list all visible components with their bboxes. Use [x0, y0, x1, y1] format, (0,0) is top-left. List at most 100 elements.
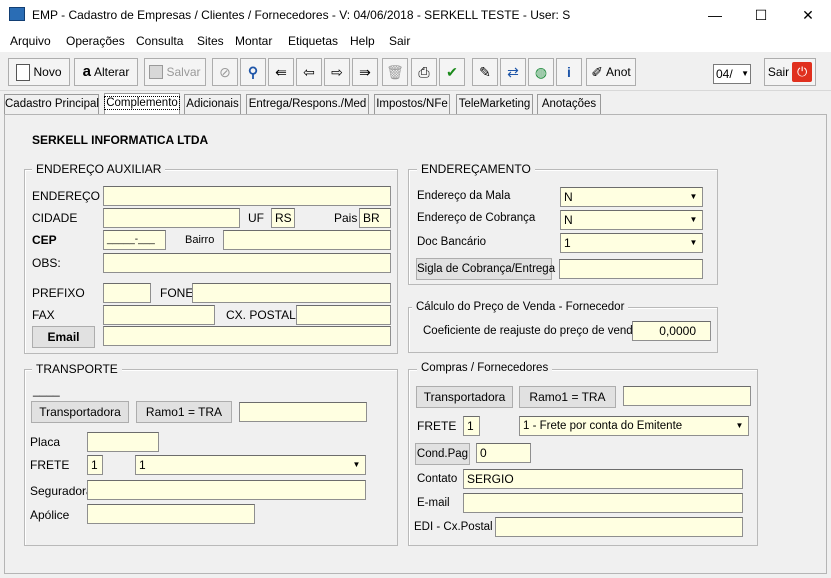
doc-label: Doc Bancário — [417, 236, 487, 248]
menu-consulta[interactable]: Consulta — [136, 34, 183, 48]
mala-label: Endereço da Mala — [417, 190, 511, 202]
delete-button[interactable]: 🗑 — [382, 58, 408, 86]
transfer-button[interactable]: ⇄ — [500, 58, 526, 86]
last-record-button[interactable]: ⇛ — [352, 58, 378, 86]
cidade-field[interactable] — [103, 208, 240, 228]
compras-ramo-button[interactable]: Ramo1 = TRA — [519, 386, 616, 408]
endereco-auxiliar-title: ENDEREÇO AUXILIAR — [32, 162, 166, 176]
obs-field[interactable] — [103, 253, 391, 273]
print-button[interactable]: ⎙ — [411, 58, 437, 86]
menu-arquivo[interactable]: Arquivo — [10, 34, 51, 48]
anot-label: Anot — [606, 65, 631, 79]
contato-field[interactable]: SERGIO — [463, 469, 743, 489]
seguradora-field[interactable] — [87, 480, 366, 500]
chevron-down-icon: ▼ — [685, 188, 702, 206]
email-button[interactable]: Email — [32, 326, 95, 348]
condpag-button[interactable]: Cond.Pag — [415, 443, 470, 465]
next-record-button[interactable]: ⇨ — [324, 58, 350, 86]
minimize-button[interactable]: — — [692, 0, 738, 31]
alterar-label: Alterar — [94, 65, 130, 79]
frete-code-field[interactable]: 1 — [87, 455, 103, 475]
cancel-button[interactable]: ⊘ — [212, 58, 238, 86]
frete-label: FRETE — [30, 458, 70, 472]
apolice-label: Apólice — [30, 508, 70, 522]
info-button[interactable]: i — [556, 58, 582, 86]
menu-etiquetas[interactable]: Etiquetas — [288, 34, 338, 48]
cxpostal-field[interactable] — [296, 305, 391, 325]
compras-title: Compras / Fornecedores — [417, 362, 553, 374]
menu-montar[interactable]: Montar — [235, 34, 272, 48]
frete-value: 1 — [139, 458, 146, 472]
cep-label: CEP — [32, 233, 57, 247]
compras-frete-code-field[interactable]: 1 — [463, 416, 480, 436]
sigla-button[interactable]: Sigla de Cobrança/Entrega — [416, 258, 555, 280]
search-button[interactable]: ⚲ — [240, 58, 266, 86]
prev-record-button[interactable]: ⇦ — [296, 58, 322, 86]
fax-field[interactable] — [103, 305, 215, 325]
tab-anotacoes[interactable]: Anotações — [537, 94, 601, 114]
doc-select[interactable]: 1 ▼ — [560, 233, 703, 253]
edi-field[interactable] — [495, 517, 743, 537]
coef-field[interactable]: 0,0000 — [632, 321, 711, 341]
pais-field[interactable]: BR — [359, 208, 391, 228]
cidade-label: CIDADE — [32, 211, 78, 225]
tab-cadastro-principal[interactable]: Cadastro Principal — [4, 94, 99, 114]
compras-email-field[interactable] — [463, 493, 743, 513]
condpag-field[interactable]: 0 — [476, 443, 531, 463]
uf-field[interactable]: RS — [271, 208, 295, 228]
page-select[interactable]: 04/ ▼ — [713, 64, 751, 84]
window-title: EMP - Cadastro de Empresas / Clientes / … — [32, 8, 571, 22]
sair-button[interactable]: Sair ⏻ — [764, 58, 816, 86]
save-icon — [149, 65, 164, 79]
sair-label: Sair — [767, 65, 790, 79]
novo-button[interactable]: Novo — [8, 58, 70, 86]
web-button[interactable]: ◍ — [528, 58, 554, 86]
prev-icon: ⇦ — [303, 64, 315, 80]
mala-select[interactable]: N ▼ — [560, 187, 703, 207]
alterar-button[interactable]: a Alterar — [74, 58, 138, 86]
cancel-icon: ⊘ — [219, 64, 231, 80]
chevron-down-icon: ▼ — [731, 417, 748, 435]
trash-icon: 🗑 — [386, 64, 404, 80]
placa-field[interactable] — [87, 432, 159, 452]
menu-sites[interactable]: Sites — [197, 34, 224, 48]
compras-transportadora-button[interactable]: Transportadora — [416, 386, 513, 408]
chevron-down-icon: ▼ — [685, 211, 702, 229]
ramo-field[interactable] — [239, 402, 367, 422]
frete-select[interactable]: 1 ▼ — [135, 455, 366, 475]
apolice-field[interactable] — [87, 504, 255, 524]
ramo-button[interactable]: Ramo1 = TRA — [136, 401, 232, 423]
transfer-icon: ⇄ — [507, 64, 519, 80]
salvar-button[interactable]: Salvar — [144, 58, 206, 86]
cobranca-select[interactable]: N ▼ — [560, 210, 703, 230]
compras-ramo-field[interactable] — [623, 386, 751, 406]
maximize-button[interactable]: ☐ — [738, 0, 784, 31]
prefixo-field[interactable] — [103, 283, 151, 303]
tab-entrega[interactable]: Entrega/Respons./Med — [246, 94, 369, 114]
anot-button[interactable]: ✐ Anot — [586, 58, 636, 86]
prefixo-label: PREFIXO — [32, 286, 85, 300]
email-field[interactable] — [103, 326, 391, 346]
chevron-down-icon: ▼ — [741, 69, 749, 78]
menu-operacoes[interactable]: Operações — [66, 34, 125, 48]
tab-impostos[interactable]: Impostos/NFe — [374, 94, 450, 114]
tab-complemento[interactable]: Complemento — [104, 93, 180, 114]
tab-complemento-label: Complemento — [104, 96, 180, 110]
fone-field[interactable] — [192, 283, 391, 303]
notes-button[interactable]: ✎ — [472, 58, 498, 86]
transportadora-button[interactable]: Transportadora — [31, 401, 129, 423]
bairro-field[interactable] — [223, 230, 391, 250]
first-record-button[interactable]: ⇚ — [268, 58, 294, 86]
approve-button[interactable]: ✔ — [439, 58, 465, 86]
power-icon: ⏻ — [792, 62, 813, 82]
menu-help[interactable]: Help — [350, 34, 375, 48]
uf-label: UF — [248, 211, 264, 225]
tab-adicionais[interactable]: Adicionais — [184, 94, 241, 114]
sigla-field[interactable] — [559, 259, 703, 279]
cep-field[interactable]: _____-___ — [103, 230, 166, 250]
compras-frete-select[interactable]: 1 - Frete por conta do Emitente ▼ — [519, 416, 749, 436]
close-button[interactable]: ✕ — [785, 0, 831, 31]
menu-sair[interactable]: Sair — [389, 34, 410, 48]
endereco-field[interactable] — [103, 186, 391, 206]
tab-telemarketing[interactable]: TeleMarketing — [456, 94, 533, 114]
